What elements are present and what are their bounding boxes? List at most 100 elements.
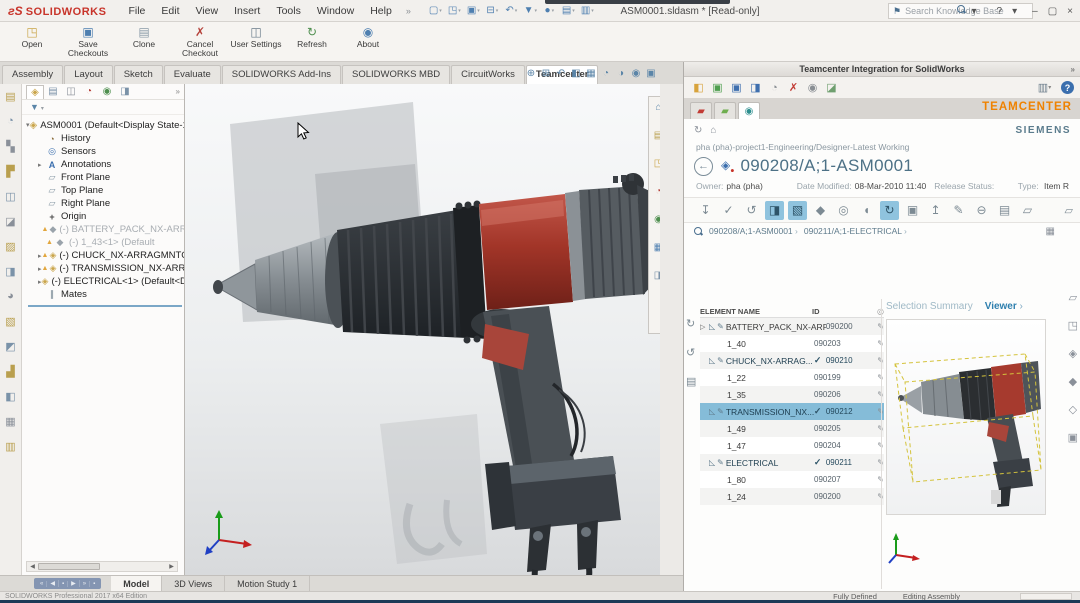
about-button[interactable]: ◉ About — [340, 24, 396, 50]
insert-component-icon[interactable]: ▤ — [3, 88, 19, 104]
appearances-icon[interactable]: ◉ — [651, 212, 660, 227]
table-row[interactable]: ▷ ◺ ✎ ELECTRICAL ✓ 090211 ✎ — [700, 454, 884, 471]
revise-icon[interactable]: ↺ — [742, 201, 761, 220]
model-thumbnail[interactable] — [886, 319, 1046, 515]
minimize-button[interactable]: – — [1027, 4, 1043, 19]
cancel-checkout-button[interactable]: ✗ Cancel Checkout — [172, 24, 228, 59]
table-row[interactable]: ▷ ◺ ✎ 1_24 ✓ 090200 ✎ — [700, 488, 884, 505]
lasso-icon[interactable]: ▱ — [1018, 201, 1037, 220]
viewer-tab[interactable]: Viewer — [985, 301, 1023, 312]
command-tab[interactable]: SOLIDWORKS MBD — [342, 65, 450, 84]
undo-icon[interactable]: ↶ — [503, 3, 520, 18]
save-icon[interactable]: ▣ — [465, 3, 482, 18]
table-row[interactable]: ▷ ◺ ✎ 1_80 ✓ 090207 ✎ — [700, 471, 884, 488]
user-settings-button[interactable]: ◫ User Settings — [228, 24, 284, 50]
tree-item[interactable]: ▸ ▲ (-) TRANSMISSION_NX-ARRAGMNT — [26, 262, 184, 275]
grid-view-icon[interactable]: ▦ — [1046, 226, 1055, 237]
table-row[interactable]: ▷ ◺ ✎ 1_22 ✓ 090199 ✎ — [700, 369, 884, 386]
assembly-features-icon[interactable]: ▨ — [3, 238, 19, 254]
home-icon[interactable]: ⌂ — [710, 125, 716, 136]
menu-item[interactable]: View — [187, 2, 226, 20]
rebuild-icon[interactable]: ● — [541, 3, 558, 18]
help-icon[interactable]: ? — [1061, 81, 1074, 94]
command-tab[interactable]: Layout — [64, 65, 113, 84]
reference-geometry-icon[interactable]: ◨ — [3, 263, 19, 279]
menu-item[interactable]: Window — [309, 2, 362, 20]
design-library-icon[interactable]: ▤ — [651, 128, 660, 143]
restore-button[interactable]: ▢ — [1043, 4, 1062, 19]
command-tab[interactable]: SOLIDWORKS Add-Ins — [222, 65, 341, 84]
user-icon[interactable]: ◉ — [804, 80, 821, 96]
tree-item[interactable]: ▸ ▲ Front Plane — [26, 171, 184, 184]
exploded-view-icon[interactable]: ◩ — [3, 338, 19, 354]
table-row[interactable]: ▷ ◺ ✎ TRANSMISSION_NX... ✓ 090212 ✎ — [700, 403, 884, 420]
envelope-icon[interactable]: ▦ — [3, 413, 19, 429]
expand-icon[interactable]: ▷ — [700, 323, 709, 331]
tree-item[interactable]: ▸ ▲ (-) BATTERY_PACK_NX-ARRAGMN — [26, 223, 184, 236]
tree-item[interactable]: ▸ ▲ Origin — [26, 210, 184, 223]
new-doc-icon[interactable]: ▢ — [427, 3, 444, 18]
instant3d-icon[interactable]: ▟ — [3, 363, 19, 379]
playback-button[interactable]: ▶ — [68, 580, 80, 587]
playback-button[interactable]: « — [37, 581, 47, 587]
command-tab[interactable]: CircuitWorks — [451, 65, 525, 84]
home-icon[interactable]: ⌂ — [651, 100, 660, 115]
command-tab[interactable]: Sketch — [114, 65, 163, 84]
menu-item[interactable]: Insert — [226, 2, 268, 20]
find-icon[interactable]: ◔ — [766, 80, 783, 96]
settings-icon[interactable]: ◪ — [823, 80, 840, 96]
selection-icon[interactable]: ▥ — [3, 438, 19, 454]
feature-manager-tab[interactable]: ◈ — [26, 85, 44, 99]
scroll-right-icon[interactable]: ▶ — [166, 563, 177, 570]
apply-icon[interactable]: ✓ — [719, 201, 738, 220]
forum-icon[interactable]: ◨ — [651, 268, 660, 283]
pane-options-tab[interactable]: ◨ — [116, 85, 134, 99]
window-layout-icon[interactable]: ▥▾ — [1036, 80, 1053, 96]
clean-icon[interactable]: ◨ — [747, 80, 764, 96]
bom-icon[interactable]: ▧ — [3, 313, 19, 329]
command-tab[interactable]: Evaluate — [164, 65, 221, 84]
mate-icon[interactable]: ◔ — [3, 113, 19, 129]
column-id[interactable]: ID — [812, 307, 858, 316]
appearances-icon[interactable]: ◉ — [629, 66, 643, 80]
scroll-thumb[interactable] — [38, 563, 100, 570]
close-button[interactable]: × — [1062, 4, 1078, 19]
cancel-icon[interactable]: ✗ — [785, 80, 802, 96]
pin-icon[interactable]: » — [1071, 65, 1075, 74]
tree-horizontal-scrollbar[interactable]: ◀ ▶ — [26, 561, 178, 572]
viewer-mode-icon[interactable]: ▱ — [1069, 291, 1077, 304]
display-style-icon[interactable]: ◔ — [599, 66, 613, 80]
search-icon[interactable]: ▾ — [952, 3, 987, 19]
update-icon[interactable]: ◧ — [3, 388, 19, 404]
zoom-fit-icon[interactable]: ⊕ — [524, 66, 538, 80]
tab-workspace[interactable]: ▰ — [714, 102, 736, 119]
breadcrumb-link[interactable]: 090208/A;1-ASM0001 — [709, 226, 798, 236]
hide-show-icon[interactable]: ◑ — [614, 66, 628, 80]
tree-item[interactable]: ▸ ▲ Annotations — [26, 158, 184, 171]
refresh-button[interactable]: ↻ Refresh — [284, 24, 340, 50]
select-icon[interactable]: ▼ — [522, 3, 539, 18]
show-hidden-icon[interactable]: ◪ — [3, 213, 19, 229]
table-row[interactable]: ▷ ◺ ✎ 1_49 ✓ 090205 ✎ — [700, 420, 884, 437]
display-manager-tab[interactable]: ◉ — [98, 85, 116, 99]
open-doc-icon[interactable]: ◳ — [446, 3, 463, 18]
open-button[interactable]: ◳ Open — [4, 24, 60, 50]
save-checkout-icon[interactable]: ▣ — [709, 80, 726, 96]
zoom-area-icon[interactable]: ⊞ — [539, 66, 553, 80]
table-row[interactable]: ▷ ◺ ✎ 1_40 ✓ 090203 ✎ — [700, 335, 884, 352]
menu-item[interactable]: Edit — [153, 2, 187, 20]
contact-icon[interactable]: ◖ — [857, 201, 876, 220]
model-tab[interactable]: 3D Views — [162, 576, 225, 592]
playback-button[interactable]: » — [80, 581, 90, 587]
playback-button[interactable]: ◀ — [47, 580, 59, 587]
back-button[interactable]: ← — [694, 157, 713, 176]
tree-item[interactable]: ▸ ▲ History — [26, 132, 184, 145]
snapshot-icon[interactable]: ▣ — [1068, 431, 1078, 444]
measure-icon[interactable]: ◆ — [1069, 375, 1077, 388]
fit-view-icon[interactable]: ◇ — [1069, 403, 1077, 416]
refresh-icon[interactable]: ↻ — [694, 125, 702, 136]
motion-study-icon[interactable]: ◕ — [3, 288, 19, 304]
structure-icon[interactable]: ▧ — [788, 201, 807, 220]
panel-tabs-more-icon[interactable]: » — [176, 87, 180, 96]
search-icon[interactable] — [694, 227, 703, 236]
